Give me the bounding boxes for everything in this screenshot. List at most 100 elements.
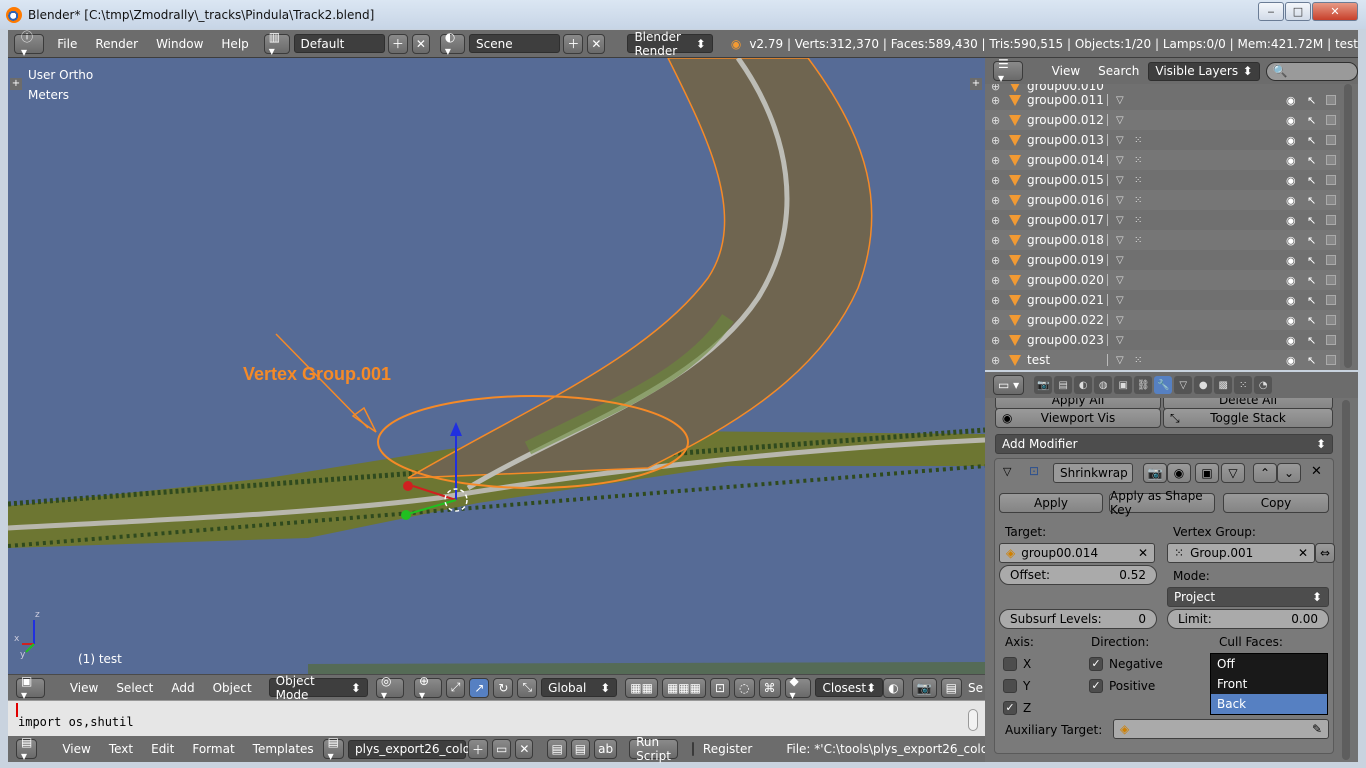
visibility-eye-icon[interactable]: ◉ bbox=[1286, 214, 1296, 227]
cage-toggle-icon[interactable]: ▽ bbox=[1221, 463, 1245, 483]
mode-select[interactable]: Project ⬍ bbox=[1167, 587, 1329, 607]
realtime-toggle-icon[interactable]: ◉ bbox=[1167, 463, 1191, 483]
orientation-select[interactable]: Global ⬍ bbox=[541, 678, 618, 697]
editor-type-properties-icon[interactable]: ▭ ▾ bbox=[993, 375, 1025, 395]
editor-type-3d-icon[interactable]: ▣ ▾ bbox=[16, 674, 45, 702]
mesh-data-icon[interactable]: ▽ bbox=[1116, 355, 1130, 366]
expand-icon[interactable]: ⊕ bbox=[991, 134, 1001, 147]
snap-target-select[interactable]: Closest ⬍ bbox=[815, 678, 884, 697]
vertex-group-icon[interactable]: ⁙ bbox=[1134, 175, 1148, 186]
vertex-group-field[interactable]: ⁙ Group.001 ✕ bbox=[1167, 543, 1315, 563]
pivot-icon[interactable]: ⊕ ▾ bbox=[414, 674, 442, 702]
remove-modifier-icon[interactable]: ✕ bbox=[1311, 464, 1322, 479]
editor-type-info-icon[interactable]: ⓘ ▾ bbox=[14, 30, 45, 59]
outliner-row-name[interactable]: group00.018 bbox=[1027, 233, 1107, 247]
toggle-stack-button[interactable]: ⤡ Toggle Stack bbox=[1163, 408, 1333, 428]
vertex-group-icon[interactable]: ⁙ bbox=[1134, 355, 1148, 366]
outliner-row[interactable]: ⊕ group00.023 ▽ ◉ ↖ bbox=[985, 330, 1340, 350]
render-toggle-icon[interactable]: 📷 bbox=[1143, 463, 1167, 483]
outliner-scrollbar[interactable] bbox=[1344, 84, 1352, 368]
vertex-group-icon[interactable]: ⁙ bbox=[1134, 135, 1148, 146]
axis-x-checkbox[interactable] bbox=[1003, 657, 1017, 671]
expand-icon[interactable]: ⊕ bbox=[991, 274, 1001, 287]
mesh-data-icon[interactable]: ▽ bbox=[1116, 255, 1130, 266]
visibility-eye-icon[interactable]: ◉ bbox=[1286, 334, 1296, 347]
unlink-text-icon[interactable]: ✕ bbox=[515, 739, 534, 759]
selectable-arrow-icon[interactable]: ↖ bbox=[1307, 154, 1316, 167]
invert-vertex-group-icon[interactable]: ⇔ bbox=[1315, 543, 1335, 563]
visibility-eye-icon[interactable]: ◉ bbox=[1286, 114, 1296, 127]
outliner-row[interactable]: ⊕ group00.016 ▽ ⁙ ◉ ↖ bbox=[985, 190, 1340, 210]
render-layers-tab-icon[interactable]: ▤ bbox=[1054, 376, 1073, 394]
outliner-row-name[interactable]: group00.015 bbox=[1027, 173, 1107, 187]
selectable-arrow-icon[interactable]: ↖ bbox=[1307, 94, 1316, 107]
visibility-eye-icon[interactable]: ◉ bbox=[1286, 234, 1296, 247]
code-line[interactable]: import os,shutil bbox=[18, 715, 134, 729]
open-text-icon[interactable]: ▭ bbox=[492, 739, 512, 759]
direction-positive-checkbox[interactable]: ✓ bbox=[1089, 679, 1103, 693]
selectable-arrow-icon[interactable]: ↖ bbox=[1307, 334, 1316, 347]
te-menu-edit[interactable]: Edit bbox=[142, 742, 183, 756]
toolshelf-plus-icon[interactable]: + bbox=[10, 78, 22, 90]
visibility-eye-icon[interactable]: ◉ bbox=[1286, 134, 1296, 147]
renderable-camera-icon[interactable] bbox=[1326, 335, 1336, 345]
te-menu-format[interactable]: Format bbox=[183, 742, 243, 756]
outliner-row-name[interactable]: group00.014 bbox=[1027, 153, 1107, 167]
selectable-arrow-icon[interactable]: ↖ bbox=[1307, 214, 1316, 227]
selectable-arrow-icon[interactable]: ↖ bbox=[1307, 174, 1316, 187]
text-editor[interactable]: import os,shutil bbox=[8, 700, 985, 736]
physics-tab-icon[interactable]: ◔ bbox=[1254, 376, 1273, 394]
scene-tab-icon[interactable]: ◐ bbox=[1074, 376, 1093, 394]
renderable-camera-icon[interactable] bbox=[1326, 115, 1336, 125]
te-menu-text[interactable]: Text bbox=[100, 742, 142, 756]
run-script-button[interactable]: Run Script bbox=[629, 735, 678, 763]
axis-z-checkbox[interactable]: ✓ bbox=[1003, 701, 1017, 715]
outliner-row[interactable]: ⊕ group00.013 ▽ ⁙ ◉ ↖ bbox=[985, 130, 1340, 150]
constraints-tab-icon[interactable]: ⛓ bbox=[1134, 376, 1153, 394]
axis-y-checkbox[interactable] bbox=[1003, 679, 1017, 693]
snap-icon[interactable]: ⌘ bbox=[758, 677, 781, 698]
editmode-toggle-icon[interactable]: ▣ bbox=[1195, 463, 1219, 483]
vertex-group-icon[interactable]: ⁙ bbox=[1134, 215, 1148, 226]
add-scene-icon[interactable]: ＋ bbox=[563, 33, 584, 54]
visibility-eye-icon[interactable]: ◉ bbox=[1286, 94, 1296, 107]
close-button[interactable]: ✕ bbox=[1312, 2, 1358, 21]
outliner-row-name[interactable]: group00.016 bbox=[1027, 193, 1107, 207]
mesh-data-icon[interactable]: ▽ bbox=[1116, 155, 1130, 166]
renderable-camera-icon[interactable] bbox=[1326, 95, 1336, 105]
target-field[interactable]: ◈ group00.014 ✕ bbox=[999, 543, 1155, 563]
menu-window[interactable]: Window bbox=[147, 37, 212, 51]
vertex-group-icon[interactable]: ⁙ bbox=[1134, 195, 1148, 206]
mesh-data-icon[interactable]: ▽ bbox=[1116, 335, 1130, 346]
world-tab-icon[interactable]: ◍ bbox=[1094, 376, 1113, 394]
text-browse-icon[interactable]: ▤ ▾ bbox=[322, 735, 345, 763]
layers-2-icon[interactable]: ▦▦▦ bbox=[661, 677, 706, 698]
render-engine-select[interactable]: Blender Render ⬍ bbox=[627, 30, 713, 58]
renderable-camera-icon[interactable] bbox=[1326, 155, 1336, 165]
screen-layout-icon[interactable]: ▥ ▾ bbox=[263, 30, 290, 58]
outliner-row-name[interactable]: group00.022 bbox=[1027, 313, 1107, 327]
visibility-eye-icon[interactable]: ◉ bbox=[1286, 194, 1296, 207]
texture-tab-icon[interactable]: ▩ bbox=[1214, 376, 1233, 394]
new-text-icon[interactable]: ＋ bbox=[468, 739, 489, 759]
outliner-row[interactable]: ⊕ group00.017 ▽ ⁙ ◉ ↖ bbox=[985, 210, 1340, 230]
scene-icon[interactable]: ◐ ▾ bbox=[439, 30, 466, 58]
menu-view[interactable]: View bbox=[61, 681, 107, 695]
layout-field[interactable]: Default bbox=[293, 34, 385, 53]
auxiliary-target-field[interactable]: ◈ ✎ bbox=[1113, 719, 1329, 739]
text-scrollbar[interactable] bbox=[968, 709, 978, 731]
material-tab-icon[interactable]: ● bbox=[1194, 376, 1213, 394]
outliner-row-name[interactable]: group00.011 bbox=[1027, 93, 1107, 107]
expand-icon[interactable]: ⊕ bbox=[991, 354, 1001, 367]
outliner-menu-search[interactable]: Search bbox=[1089, 64, 1148, 78]
visibility-eye-icon[interactable]: ◉ bbox=[1286, 254, 1296, 267]
render-tab-icon[interactable]: 📷 bbox=[1034, 376, 1053, 394]
move-down-icon[interactable]: ⌄ bbox=[1277, 463, 1301, 483]
data-tab-icon[interactable]: ▽ bbox=[1174, 376, 1193, 394]
object-tab-icon[interactable]: ▣ bbox=[1114, 376, 1133, 394]
outliner-row-name[interactable]: group00.019 bbox=[1027, 253, 1107, 267]
menu-add[interactable]: Add bbox=[162, 681, 203, 695]
scale-icon[interactable]: ⤡ bbox=[517, 677, 538, 698]
renderable-camera-icon[interactable] bbox=[1326, 195, 1336, 205]
scene-field[interactable]: Scene bbox=[469, 34, 561, 53]
